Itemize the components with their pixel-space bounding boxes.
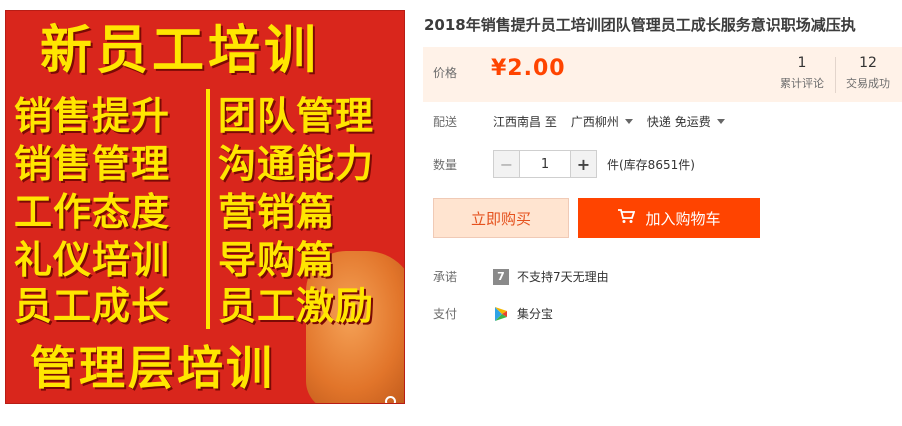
payment-label: 支付 — [433, 307, 458, 321]
payment-method[interactable]: 集分宝 — [517, 305, 553, 322]
promise-text[interactable]: 不支持7天无理由 — [517, 268, 609, 285]
chevron-down-icon — [716, 119, 725, 124]
image-left-item: 销售提升 — [14, 94, 171, 138]
shipping-method: 快递 免运费 — [646, 115, 711, 129]
image-title-text: 新员工培训 — [40, 21, 321, 81]
product-image[interactable]: 新员工培训 销售提升 销售管理 工作态度 礼仪培训 员工成长 团队管理 沟通能力… — [5, 10, 405, 404]
image-left-item: 销售管理 — [14, 142, 171, 186]
ship-from-city: 江西南昌 — [493, 115, 542, 129]
payment-row: 支付 集分宝 — [433, 305, 553, 322]
image-bottom-text: 管理层培训 — [30, 341, 275, 395]
quantity-label: 数量 — [433, 157, 458, 172]
search-icon[interactable] — [384, 395, 400, 403]
image-right-item: 营销篇 — [218, 190, 336, 234]
shipping-label: 配送 — [433, 115, 458, 129]
ship-from: 江西南昌 至 — [493, 113, 557, 130]
cart-icon — [617, 208, 636, 228]
image-left-item: 员工成长 — [14, 284, 171, 328]
chevron-down-icon — [624, 119, 633, 124]
image-left-item: 工作态度 — [14, 190, 171, 234]
review-count-label: 累计评论 — [780, 77, 824, 90]
price-panel: 价格 ¥2.00 1 累计评论 12 交易成功 — [423, 47, 902, 102]
image-right-item: 导购篇 — [218, 238, 336, 282]
ship-to-word: 至 — [544, 115, 557, 129]
quantity-row: 数量 − + 件(库存8651件) — [433, 150, 695, 178]
image-right-item: 员工激励 — [218, 284, 375, 328]
quantity-input[interactable] — [520, 151, 570, 177]
promise-row: 承诺 7 不支持7天无理由 — [433, 268, 609, 285]
image-divider — [206, 89, 210, 329]
review-count: 1 — [797, 55, 807, 71]
shipping-row: 配送 江西南昌 至 广西柳州 快递 免运费 — [433, 113, 739, 130]
price-label: 价格 — [433, 66, 458, 80]
price-value: ¥2.00 — [491, 56, 566, 81]
ship-to-dropdown[interactable]: 广西柳州 — [571, 113, 633, 130]
quantity-decrease-button[interactable]: − — [494, 151, 520, 177]
sales-count: 12 — [859, 55, 877, 71]
jifenbao-icon — [493, 306, 509, 322]
ship-to-city: 广西柳州 — [570, 115, 619, 129]
image-right-item: 团队管理 — [218, 94, 375, 138]
stat-divider — [835, 57, 836, 93]
seven-day-badge-icon: 7 — [493, 268, 509, 285]
shipping-method-dropdown[interactable]: 快递 免运费 — [647, 113, 725, 130]
promise-label: 承诺 — [433, 270, 458, 284]
add-to-cart-label: 加入购物车 — [645, 209, 721, 228]
quantity-stepper: − + — [493, 150, 597, 178]
sales-count-label: 交易成功 — [846, 77, 890, 90]
add-to-cart-button[interactable]: 加入购物车 — [578, 198, 760, 238]
stock-info: 件(库存8651件) — [607, 157, 695, 172]
product-title: 2018年销售提升员工培训团队管理员工成长服务意识职场减压执 — [424, 16, 856, 34]
quantity-increase-button[interactable]: + — [570, 151, 596, 177]
buy-now-button[interactable]: 立即购买 — [433, 198, 569, 238]
image-left-item: 礼仪培训 — [14, 238, 171, 282]
sales-count-stat[interactable]: 12 交易成功 — [839, 55, 897, 91]
image-right-item: 沟通能力 — [218, 142, 375, 186]
review-count-stat[interactable]: 1 累计评论 — [773, 55, 831, 91]
